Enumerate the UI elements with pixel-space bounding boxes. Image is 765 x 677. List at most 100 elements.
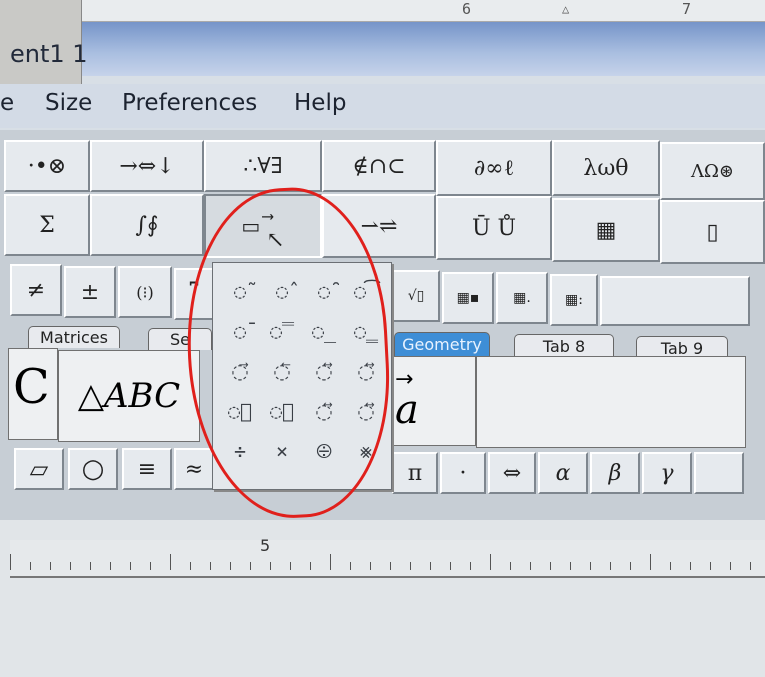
ruler-tick xyxy=(50,562,51,570)
ruler-tick xyxy=(430,562,431,570)
gamma-button[interactable]: γ xyxy=(642,452,692,494)
parentheses-button[interactable]: (⁝) xyxy=(118,266,172,318)
palette-greek-upper[interactable]: ΛΩ⊛ xyxy=(660,142,765,200)
dropdown-template-4[interactable]: ◌͡ xyxy=(347,271,385,311)
menu-preferences[interactable]: Preferences xyxy=(122,90,257,116)
ruler-tick xyxy=(210,562,211,570)
ruler-tick xyxy=(590,562,591,570)
ruler-tick xyxy=(150,562,151,570)
palette-misc-symbols[interactable]: ∂∞ℓ xyxy=(436,140,552,196)
ruler-tick xyxy=(630,562,631,570)
palette-empty-slot xyxy=(600,276,750,326)
palette-arrows[interactable]: →⇔↓ xyxy=(90,140,204,192)
menu-edit[interactable]: e xyxy=(0,90,14,116)
menu-size[interactable]: Size xyxy=(45,90,92,116)
iff-arrow-button[interactable]: ⇔ xyxy=(488,452,536,494)
dropdown-template-6[interactable]: ◌̿ xyxy=(263,311,301,351)
ruler-tick xyxy=(290,562,291,570)
menu-help[interactable]: Help xyxy=(294,90,346,116)
dropdown-template-5[interactable]: ◌̄ xyxy=(221,311,259,351)
bracket-button[interactable]: ⎴ xyxy=(174,268,214,320)
dropdown-template-8[interactable]: ◌̳ xyxy=(347,311,385,351)
palette-boxes[interactable]: ▯ xyxy=(660,200,765,264)
dropdown-template-14[interactable]: ◌⃪ xyxy=(263,391,301,431)
palette-greek-lower[interactable]: λωθ xyxy=(552,140,660,196)
dropdown-grid: ◌̃ ◌̂ ◌̑ ◌͡ ◌̄ ◌̿ ◌̲ ◌̳ ◌⃗ ◌⃖ ◌⃡ ◌⃡ ◌⃪ ◌⃪ ◌⃡ ◌⃡ ÷ ⨯ ⨸ ⨳ xyxy=(213,263,391,471)
not-equal-button[interactable]: ≠ xyxy=(10,264,62,316)
vector-template[interactable]: → a xyxy=(388,356,476,446)
ruler-tick xyxy=(370,562,371,570)
ruler-tick xyxy=(470,562,471,570)
dropdown-template-19[interactable]: ⨸ xyxy=(305,431,343,471)
dropdown-template-11[interactable]: ◌⃡ xyxy=(305,351,343,391)
dropdown-template-12[interactable]: ◌⃡ xyxy=(347,351,385,391)
dropdown-template-9[interactable]: ◌⃗ xyxy=(221,351,259,391)
triangle-template-label: △ABC xyxy=(77,376,181,416)
ruler-tick xyxy=(450,562,451,570)
parallelogram-button[interactable]: ▱ xyxy=(14,448,64,490)
dropdown-template-16[interactable]: ◌⃡ xyxy=(347,391,385,431)
palette-labeled-arrows[interactable]: ⇀⇌ xyxy=(322,194,436,258)
pi-button[interactable]: π xyxy=(392,452,438,494)
ruler-tick xyxy=(610,562,611,570)
dropdown-template-3[interactable]: ◌̑ xyxy=(305,271,343,311)
subsup-template-button[interactable]: ▦: xyxy=(550,274,598,326)
ruler-tick xyxy=(350,562,351,570)
dropdown-template-7[interactable]: ◌̲ xyxy=(305,311,343,351)
arc-template-label: C xyxy=(13,359,50,415)
approx-button[interactable]: ≈ xyxy=(174,448,214,490)
triangle-template[interactable]: △ABC xyxy=(58,350,200,442)
tab-sets[interactable]: Se xyxy=(148,328,212,350)
subscript-template-button[interactable]: ▦. xyxy=(496,272,548,324)
ruler-indent-marker[interactable]: △ xyxy=(562,2,569,16)
tab-geometry[interactable]: Geometry xyxy=(394,332,490,356)
ruler-tick xyxy=(690,562,691,570)
ruler-tick xyxy=(170,554,171,570)
ruler-tick xyxy=(330,554,331,570)
palette-logic[interactable]: ∴∀∃ xyxy=(204,140,322,192)
ruler-tick xyxy=(410,562,411,570)
ruler-tick xyxy=(390,562,391,570)
dropdown-template-20[interactable]: ⨳ xyxy=(347,431,385,471)
ruler-tick xyxy=(230,562,231,570)
palette-underbar-overbar[interactable]: ▭ ⃗ ↖ xyxy=(204,194,322,258)
ruler-tick xyxy=(270,562,271,570)
ruler-tick xyxy=(730,562,731,570)
tab-8[interactable]: Tab 8 xyxy=(514,334,614,358)
ruler-tick xyxy=(110,562,111,570)
ruler-tick xyxy=(750,562,751,570)
bottom-empty-slot xyxy=(694,452,744,494)
overbar-template-icon: ▭ xyxy=(241,214,261,238)
arc-template[interactable]: C xyxy=(8,348,58,440)
ruler-tick xyxy=(670,562,671,570)
ruler-tick xyxy=(530,562,531,570)
dropdown-template-15[interactable]: ◌⃡ xyxy=(305,391,343,431)
plus-minus-button[interactable]: ± xyxy=(64,266,116,318)
ruler-tick xyxy=(550,562,551,570)
alpha-button[interactable]: α xyxy=(538,452,588,494)
circle-button[interactable]: ○ xyxy=(68,448,118,490)
beta-button[interactable]: β xyxy=(590,452,640,494)
template-empty-slot xyxy=(476,356,746,448)
superscript-template-button[interactable]: ▦▪ xyxy=(442,272,494,324)
dot-button[interactable]: · xyxy=(440,452,486,494)
tab-matrices[interactable]: Matrices xyxy=(28,326,120,348)
dropdown-template-18[interactable]: ⨯ xyxy=(263,431,301,471)
identical-button[interactable]: ≡ xyxy=(122,448,172,490)
window-title: ent1 1 xyxy=(10,40,88,68)
dropdown-template-10[interactable]: ◌⃖ xyxy=(263,351,301,391)
palette-integrals[interactable]: ∫∮ xyxy=(90,194,204,256)
top-ruler: 6 △ 7 xyxy=(82,0,765,22)
palette-summation[interactable]: Σ xyxy=(4,194,90,256)
palette-spaces-ops[interactable]: ·•⊗ xyxy=(4,140,90,192)
dropdown-template-17[interactable]: ÷ xyxy=(221,431,259,471)
ruler-tick xyxy=(490,554,491,570)
root-template-button[interactable]: √▯ xyxy=(392,270,440,322)
dropdown-template-1[interactable]: ◌̃ xyxy=(221,271,259,311)
palette-matrices[interactable]: ▦ xyxy=(552,198,660,262)
dropdown-template-2[interactable]: ◌̂ xyxy=(263,271,301,311)
dropdown-template-13[interactable]: ◌⃪ xyxy=(221,391,259,431)
palette-sets[interactable]: ∉∩⊂ xyxy=(322,140,436,192)
ruler-tick xyxy=(250,562,251,570)
palette-products[interactable]: Ū Ů xyxy=(436,196,552,260)
